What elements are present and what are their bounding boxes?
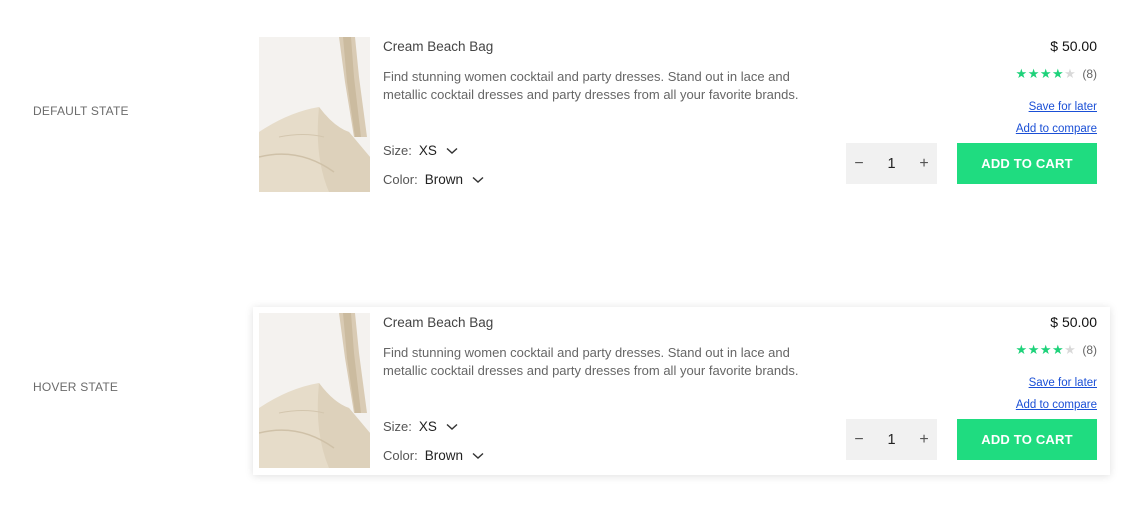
- product-card-hover[interactable]: Cream Beach Bag Find stunning women cock…: [253, 307, 1110, 475]
- product-card-default[interactable]: Cream Beach Bag Find stunning women cock…: [253, 31, 1110, 199]
- product-description: Find stunning women cocktail and party d…: [383, 345, 799, 378]
- product-price: $ 50.00: [1050, 314, 1097, 330]
- add-to-cart-button[interactable]: ADD TO CART: [957, 143, 1097, 184]
- color-label: Color:: [383, 172, 418, 187]
- size-label: Size:: [383, 419, 412, 434]
- product-image[interactable]: [259, 313, 370, 468]
- star-filled-icon: ★: [1015, 342, 1028, 357]
- color-value: Brown: [424, 448, 463, 463]
- state-label-hover: HOVER STATE: [33, 380, 119, 394]
- star-filled-icon: ★: [1039, 342, 1053, 357]
- add-to-cart-button[interactable]: ADD TO CART: [957, 419, 1097, 460]
- product-image[interactable]: [259, 37, 370, 192]
- size-select[interactable]: Size: XS: [383, 143, 458, 158]
- star-rating: ★★★★★: [1016, 342, 1077, 358]
- star-rating: ★★★★★: [1016, 66, 1077, 82]
- star-filled-icon: ★: [1015, 66, 1028, 81]
- rating: ★★★★★ (8): [1016, 66, 1097, 82]
- size-label: Size:: [383, 143, 412, 158]
- color-select[interactable]: Color: Brown: [383, 172, 484, 187]
- size-select[interactable]: Size: XS: [383, 419, 458, 434]
- star-empty-icon: ★: [1064, 66, 1077, 81]
- chevron-down-icon[interactable]: [446, 419, 458, 434]
- quantity-stepper[interactable]: − 1 +: [846, 143, 937, 184]
- chevron-down-icon[interactable]: [472, 172, 484, 187]
- star-filled-icon: ★: [1027, 342, 1040, 357]
- star-filled-icon: ★: [1027, 66, 1040, 81]
- qty-value[interactable]: 1: [872, 432, 911, 448]
- qty-decrement-button[interactable]: −: [846, 155, 872, 173]
- tote-bag-illustration: [259, 313, 370, 468]
- color-value: Brown: [424, 172, 463, 187]
- save-for-later-link[interactable]: Save for later: [1029, 377, 1097, 389]
- qty-decrement-button[interactable]: −: [846, 431, 872, 449]
- star-filled-icon: ★: [1039, 66, 1053, 81]
- star-filled-icon: ★: [1052, 342, 1065, 357]
- rating: ★★★★★ (8): [1016, 342, 1097, 358]
- add-to-compare-link[interactable]: Add to compare: [1016, 123, 1097, 135]
- size-value: XS: [418, 419, 437, 434]
- qty-increment-button[interactable]: +: [911, 431, 937, 449]
- qty-increment-button[interactable]: +: [911, 155, 937, 173]
- product-name[interactable]: Cream Beach Bag: [383, 39, 493, 54]
- review-count: (8): [1082, 343, 1097, 357]
- color-label: Color:: [383, 448, 418, 463]
- qty-value[interactable]: 1: [872, 156, 911, 172]
- product-name[interactable]: Cream Beach Bag: [383, 315, 493, 330]
- size-value: XS: [418, 143, 437, 158]
- save-for-later-link[interactable]: Save for later: [1029, 101, 1097, 113]
- state-label-default: DEFAULT STATE: [33, 104, 129, 118]
- product-description: Find stunning women cocktail and party d…: [383, 69, 799, 102]
- star-filled-icon: ★: [1052, 66, 1065, 81]
- color-select[interactable]: Color: Brown: [383, 448, 484, 463]
- tote-bag-illustration: [259, 37, 370, 192]
- review-count: (8): [1082, 67, 1097, 81]
- quantity-stepper[interactable]: − 1 +: [846, 419, 937, 460]
- star-empty-icon: ★: [1064, 342, 1077, 357]
- chevron-down-icon[interactable]: [446, 143, 458, 158]
- chevron-down-icon[interactable]: [472, 448, 484, 463]
- product-price: $ 50.00: [1050, 38, 1097, 54]
- add-to-compare-link[interactable]: Add to compare: [1016, 399, 1097, 411]
